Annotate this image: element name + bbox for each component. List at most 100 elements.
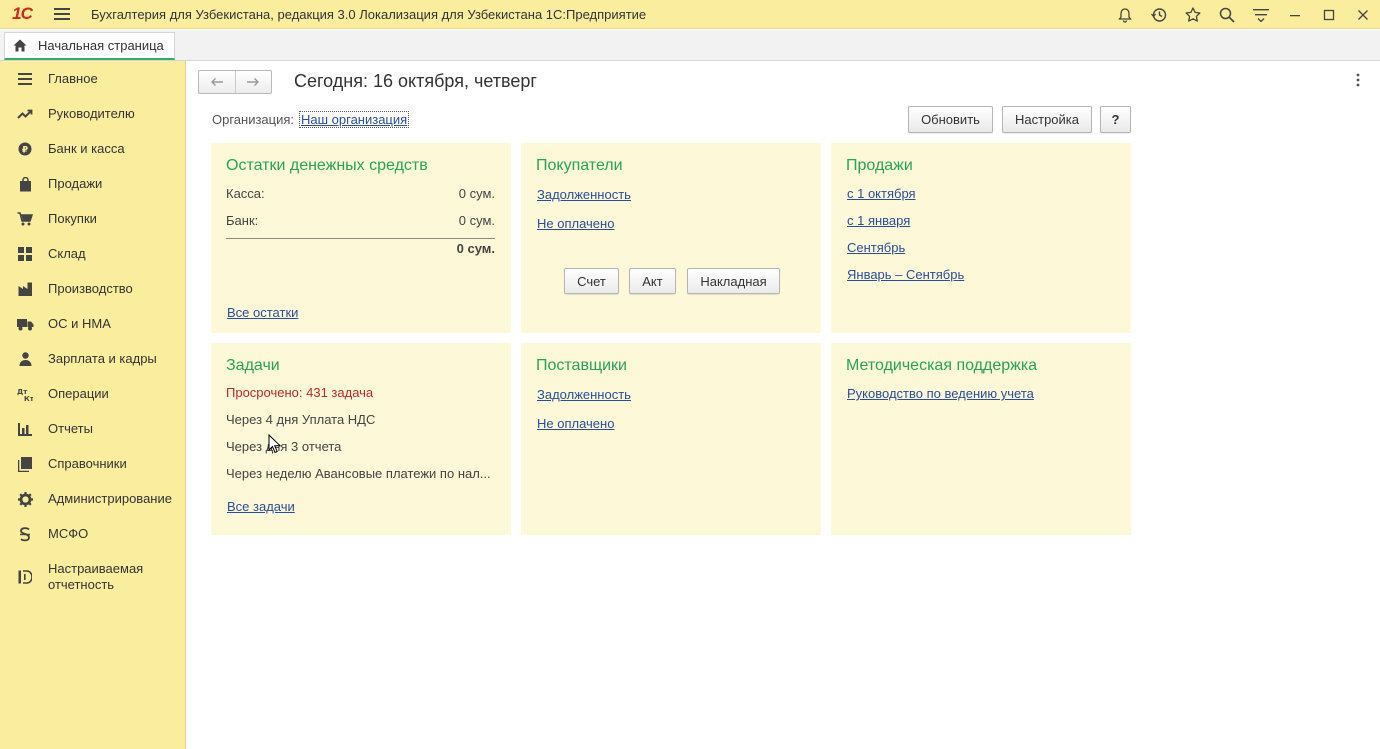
back-button[interactable]	[199, 71, 236, 93]
cart-icon	[0, 212, 48, 226]
sidebar: Главное Руководителю ₽ Банк и касса Прод…	[0, 61, 186, 749]
task-item[interactable]: Через дня 3 отчета	[226, 439, 341, 454]
ifrs-icon	[0, 526, 48, 542]
trend-icon	[0, 108, 48, 120]
invoice-button[interactable]: Счет	[564, 268, 619, 294]
sidebar-item-bank[interactable]: ₽ Банк и касса	[0, 141, 186, 157]
overdue-tasks-text[interactable]: Просрочено: 431 задача	[226, 385, 373, 400]
arrow-right-icon	[247, 78, 260, 86]
sales-period-link[interactable]: с 1 октября	[847, 186, 916, 201]
custom-report-icon	[0, 570, 48, 584]
nav-buttons	[198, 70, 272, 94]
suppliers-unpaid-link[interactable]: Не оплачено	[537, 416, 614, 431]
settings-button[interactable]: Настройка	[1002, 106, 1092, 133]
person-icon	[0, 352, 48, 366]
sidebar-item-production[interactable]: Производство	[0, 281, 186, 297]
panel-title: Методическая поддержка	[846, 357, 1038, 374]
sidebar-item-custom-reporting[interactable]: Настраиваемая отчетность	[0, 561, 186, 593]
buyers-panel: Покупатели Задолженность Не оплачено Сче…	[521, 143, 821, 333]
tab-bar: Начальная страница	[0, 30, 1380, 61]
sidebar-item-label: Руководителю	[48, 106, 135, 121]
panel-title: Продажи	[846, 157, 913, 174]
tasks-panel: Задачи Просрочено: 431 задача Через 4 дн…	[211, 343, 511, 535]
sidebar-item-label: Склад	[48, 246, 86, 261]
sales-period-link[interactable]: с 1 января	[847, 213, 910, 228]
sidebar-item-directories[interactable]: Справочники	[0, 456, 186, 472]
grid-icon	[0, 247, 48, 261]
sidebar-item-label: Операции	[48, 386, 109, 401]
cash-value: 0 сум.	[458, 186, 495, 201]
refresh-button[interactable]: Обновить	[908, 106, 993, 133]
sidebar-item-reports[interactable]: Отчеты	[0, 421, 186, 437]
sidebar-item-label: Справочники	[48, 456, 127, 471]
sidebar-item-sales[interactable]: Продажи	[0, 176, 186, 192]
minimize-icon[interactable]	[1278, 0, 1312, 29]
buyers-unpaid-link[interactable]: Не оплачено	[537, 216, 614, 231]
svg-text:Кт: Кт	[24, 395, 33, 401]
sidebar-item-label: Администрирование	[48, 491, 172, 506]
all-balances-link[interactable]: Все остатки	[227, 305, 298, 320]
organization-label: Организация:	[212, 112, 295, 127]
sidebar-item-main[interactable]: Главное	[0, 71, 186, 87]
organization-link[interactable]: Наш организация	[299, 111, 410, 128]
search-icon[interactable]	[1210, 0, 1244, 29]
panel-title: Поставщики	[536, 357, 627, 374]
history-icon[interactable]	[1142, 0, 1176, 29]
coin-icon: ₽	[0, 142, 48, 156]
sales-period-link[interactable]: Январь – Сентябрь	[847, 267, 964, 282]
total-value: 0 сум.	[456, 241, 495, 256]
task-item[interactable]: Через неделю Авансовые платежи по нал...	[226, 466, 496, 481]
sidebar-item-purchases[interactable]: Покупки	[0, 211, 186, 227]
window-title: Бухгалтерия для Узбекистана, редакция 3.…	[91, 6, 647, 22]
sidebar-item-salary[interactable]: Зарплата и кадры	[0, 351, 186, 367]
svg-text:₽: ₽	[22, 146, 28, 156]
sidebar-item-fixed-assets[interactable]: ОС и НМА	[0, 316, 186, 332]
sidebar-item-label: МСФО	[48, 526, 89, 541]
help-button[interactable]: ?	[1100, 106, 1131, 133]
main-menu-icon[interactable]	[44, 0, 80, 29]
truck-icon	[0, 318, 48, 331]
cash-balance-panel: Остатки денежных средств Касса: 0 сум. Б…	[211, 143, 511, 333]
sidebar-item-label: Производство	[48, 281, 133, 296]
methodical-support-panel: Методическая поддержка Руководство по ве…	[831, 343, 1131, 535]
panel-title: Остатки денежных средств	[226, 157, 428, 174]
sidebar-item-operations[interactable]: Дт Кт Операции	[0, 386, 186, 402]
debit-credit-icon: Дт Кт	[0, 387, 48, 401]
total-divider	[226, 238, 495, 239]
bank-label: Банк:	[226, 213, 259, 228]
sidebar-item-label: Главное	[48, 71, 98, 86]
panel-title: Покупатели	[536, 157, 623, 174]
cash-label: Касса:	[226, 186, 265, 201]
act-button[interactable]: Акт	[629, 268, 676, 294]
sales-period-link[interactable]: Сентябрь	[847, 240, 905, 255]
waybill-button[interactable]: Накладная	[687, 268, 780, 294]
menu-lines-icon[interactable]	[1244, 0, 1278, 29]
bar-chart-icon	[0, 422, 48, 436]
sidebar-item-administration[interactable]: Администрирование	[0, 491, 186, 507]
sidebar-item-label: Отчеты	[48, 421, 93, 436]
gear-icon	[0, 491, 48, 507]
sidebar-item-warehouse[interactable]: Склад	[0, 246, 186, 262]
buyers-debt-link[interactable]: Задолженность	[537, 187, 631, 202]
bell-icon[interactable]	[1108, 0, 1142, 29]
sidebar-item-label: ОС и НМА	[48, 316, 111, 331]
accounting-guide-link[interactable]: Руководство по ведению учета	[847, 386, 1034, 401]
suppliers-debt-link[interactable]: Задолженность	[537, 387, 631, 402]
sidebar-item-label: Банк и касса	[48, 141, 125, 156]
close-icon[interactable]	[1346, 0, 1380, 29]
app-logo[interactable]: 1С	[0, 0, 44, 29]
main-area: Сегодня: 16 октября, четверг Организация…	[187, 61, 1380, 749]
tab-home-page[interactable]: Начальная страница	[4, 32, 175, 60]
more-actions-icon[interactable]	[1356, 73, 1360, 90]
maximize-icon[interactable]	[1312, 0, 1346, 29]
sidebar-item-label: Покупки	[48, 211, 97, 226]
suppliers-panel: Поставщики Задолженность Не оплачено	[521, 343, 821, 535]
task-item[interactable]: Через 4 дня Уплата НДС	[226, 412, 375, 427]
sidebar-item-ifrs[interactable]: МСФО	[0, 526, 186, 542]
all-tasks-link[interactable]: Все задачи	[227, 499, 295, 514]
star-icon[interactable]	[1176, 0, 1210, 29]
sidebar-item-label: Зарплата и кадры	[48, 351, 157, 366]
forward-button[interactable]	[236, 71, 272, 93]
sidebar-item-label: Продажи	[48, 176, 103, 191]
sidebar-item-manager[interactable]: Руководителю	[0, 106, 186, 122]
